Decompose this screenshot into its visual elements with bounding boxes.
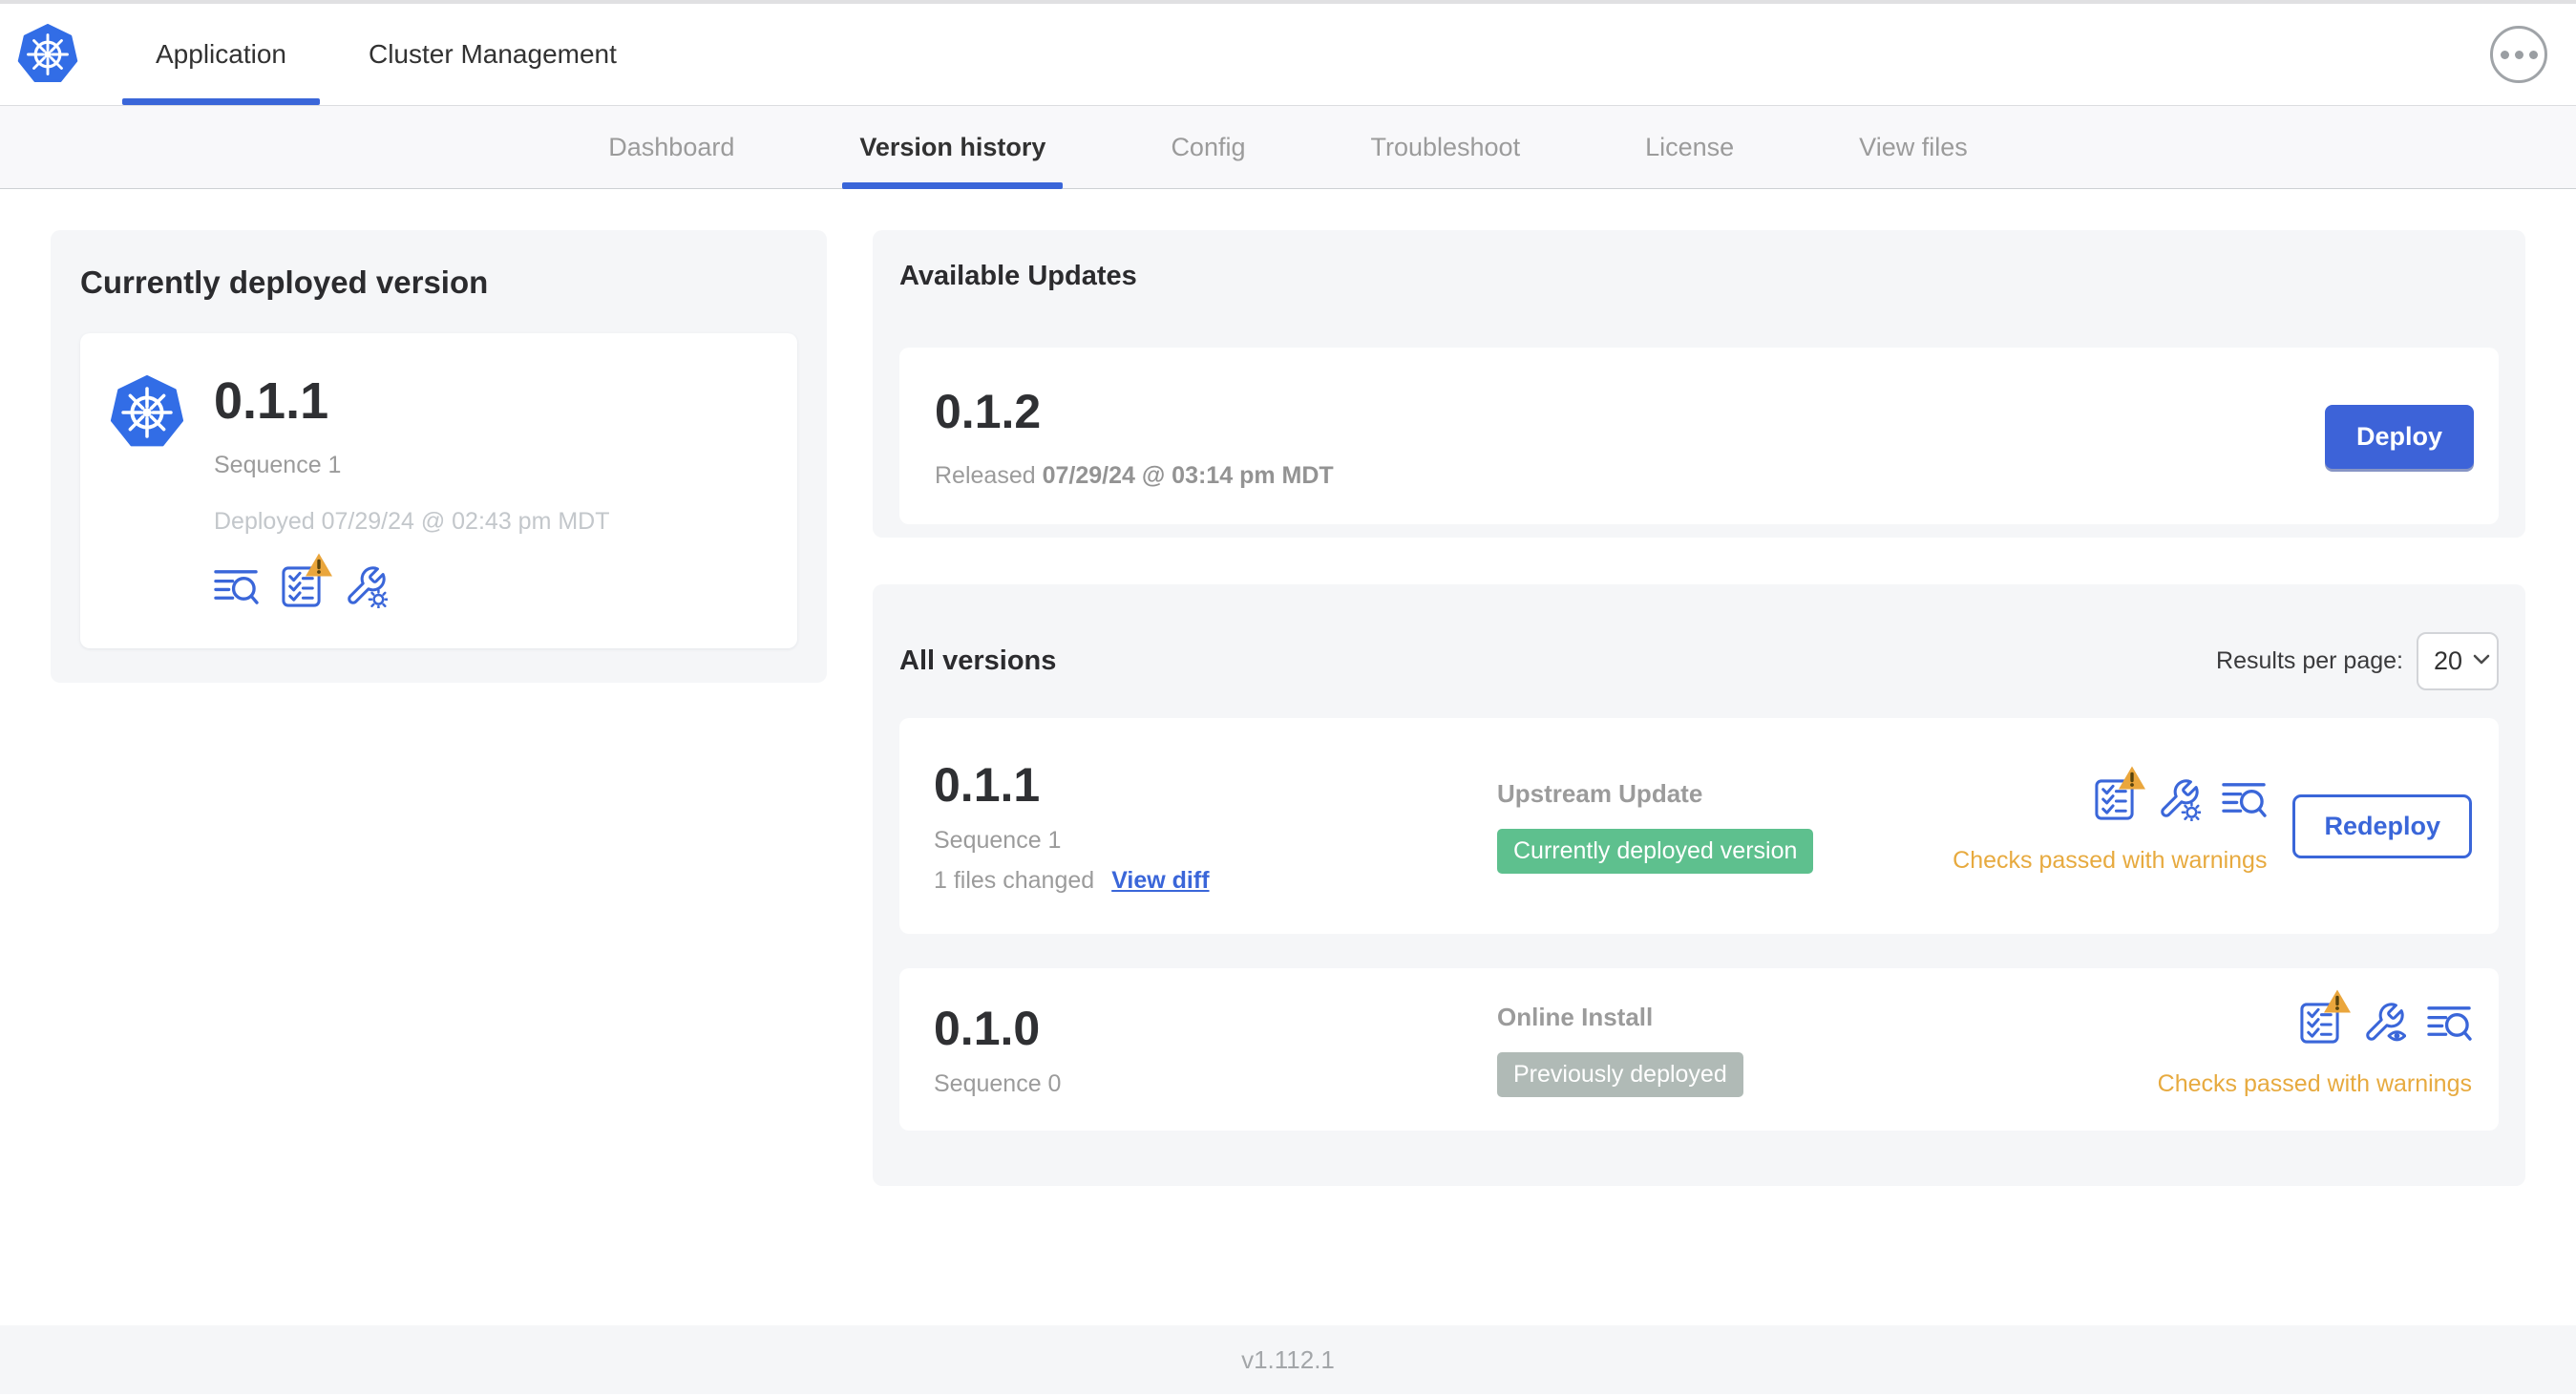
tab-troubleshoot[interactable]: Troubleshoot <box>1353 106 1537 188</box>
currently-deployed-card: 0.1.1 Sequence 1 Deployed 07/29/24 @ 02:… <box>80 333 797 648</box>
results-per-page-select[interactable]: 20 <box>2417 632 2499 690</box>
config-gear-icon[interactable] <box>2157 777 2202 821</box>
app-footer: v1.112.1 <box>0 1325 2576 1394</box>
diff-icon[interactable] <box>2222 778 2268 821</box>
ellipsis-icon <box>2514 50 2523 59</box>
available-updates-title: Available Updates <box>899 261 1137 291</box>
row-version-label: 0.1.0 <box>934 1002 1041 1055</box>
available-update-card: 0.1.2 Released 07/29/24 @ 03:14 pm MDT D… <box>899 348 2499 524</box>
primary-nav: Application Cluster Management <box>122 4 650 105</box>
diff-icon[interactable] <box>2427 1002 2472 1045</box>
redeploy-button[interactable]: Redeploy <box>2292 793 2472 858</box>
update-released-timestamp: Released 07/29/24 @ 03:14 pm MDT <box>935 462 1334 489</box>
deployed-timestamp: Deployed 07/29/24 @ 02:43 pm MDT <box>214 508 610 535</box>
preflight-checks-warning-icon[interactable] <box>2298 988 2352 1045</box>
currently-deployed-panel: Currently deployed version 0.1.1 Sequenc… <box>51 230 827 683</box>
preflight-checks-warning-icon[interactable] <box>280 552 333 608</box>
view-diff-link[interactable]: View diff <box>1111 867 1209 895</box>
kubernetes-app-icon <box>110 374 184 450</box>
main-content: Currently deployed version 0.1.1 Sequenc… <box>0 189 2576 1325</box>
app-subnav: Dashboard Version history Config Trouble… <box>0 105 2576 189</box>
deploy-button[interactable]: Deploy <box>2324 405 2474 469</box>
tab-dashboard[interactable]: Dashboard <box>591 106 751 188</box>
row-source-label: Upstream Update <box>1497 778 1703 808</box>
files-changed-label: 1 files changed <box>934 867 1095 894</box>
tab-version-history[interactable]: Version history <box>842 106 1064 189</box>
deployed-version-label: 0.1.1 <box>214 372 329 430</box>
preflight-status-text[interactable]: Checks passed with warnings <box>1953 847 2267 875</box>
warning-triangle-icon <box>305 552 333 578</box>
preflight-checks-warning-icon[interactable] <box>2093 765 2147 821</box>
tab-application[interactable]: Application <box>122 4 320 105</box>
ellipsis-icon <box>2500 50 2509 59</box>
row-version-label: 0.1.1 <box>934 758 1041 812</box>
preflight-status-text[interactable]: Checks passed with warnings <box>2158 1070 2472 1098</box>
version-row-0-1-1: 0.1.1 Sequence 1 1 files changed View di… <box>899 718 2499 934</box>
all-versions-title: All versions <box>899 645 1057 676</box>
config-gear-icon[interactable] <box>344 564 388 608</box>
row-sequence-label: Sequence 0 <box>934 1070 1062 1097</box>
previously-deployed-badge: Previously deployed <box>1497 1051 1743 1097</box>
update-version-label: 0.1.2 <box>935 385 1042 438</box>
app-header: Application Cluster Management <box>0 4 2576 105</box>
ellipsis-icon <box>2528 50 2538 59</box>
results-per-page-label: Results per page: <box>2216 647 2403 674</box>
tab-cluster-management[interactable]: Cluster Management <box>335 4 650 105</box>
tab-license[interactable]: License <box>1628 106 1751 188</box>
currently-deployed-title: Currently deployed version <box>80 264 489 300</box>
available-updates-panel: Available Updates 0.1.2 Released 07/29/2… <box>873 230 2525 538</box>
currently-deployed-badge: Currently deployed version <box>1497 828 1814 874</box>
row-source-label: Online Install <box>1497 1002 1654 1031</box>
tab-view-files[interactable]: View files <box>1842 106 1985 188</box>
ellipsis-menu-button[interactable] <box>2490 26 2547 83</box>
diff-icon[interactable] <box>214 565 259 608</box>
warning-triangle-icon <box>2323 988 2352 1014</box>
version-row-0-1-0: 0.1.0 Sequence 0 Online Install Previous… <box>899 968 2499 1131</box>
tab-config[interactable]: Config <box>1153 106 1262 188</box>
console-version-label: v1.112.1 <box>1241 1344 1335 1374</box>
row-sequence-label: Sequence 1 <box>934 827 1062 854</box>
results-per-page-value: 20 <box>2434 646 2463 675</box>
chevron-down-icon <box>2471 646 2492 676</box>
warning-triangle-icon <box>2118 765 2147 791</box>
deployed-sequence-label: Sequence 1 <box>214 452 342 478</box>
all-versions-panel: All versions Results per page: 20 0.1.1 <box>873 584 2525 1186</box>
kubernetes-logo-icon <box>17 23 78 85</box>
config-eye-icon[interactable] <box>2362 1001 2406 1045</box>
